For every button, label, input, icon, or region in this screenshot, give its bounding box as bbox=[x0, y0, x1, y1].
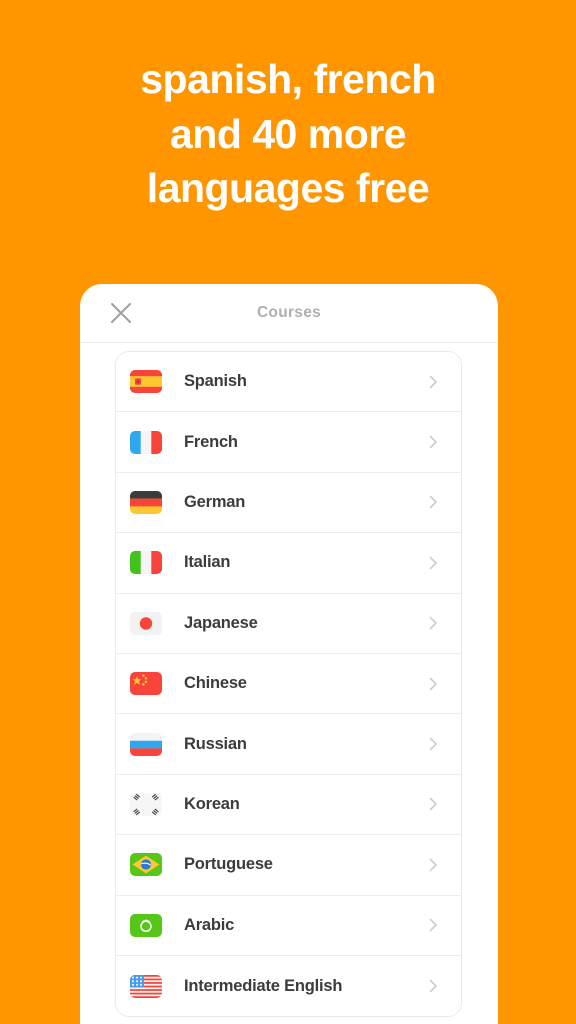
chevron-right-icon[interactable] bbox=[425, 676, 441, 692]
chevron-right-icon[interactable] bbox=[425, 736, 441, 752]
flag-germany-icon bbox=[130, 490, 162, 514]
course-row[interactable]: Korean bbox=[116, 774, 461, 836]
courses-modal: Courses Spanish French German Italian Japane… bbox=[80, 284, 498, 1024]
course-row[interactable]: Japanese bbox=[116, 593, 461, 654]
chevron-right-icon[interactable] bbox=[425, 796, 441, 812]
course-name: German bbox=[184, 492, 246, 511]
course-row[interactable]: Spanish bbox=[116, 352, 461, 413]
chevron-right-icon[interactable] bbox=[425, 555, 441, 571]
course-name: Arabic bbox=[184, 915, 235, 934]
flag-russia-icon bbox=[130, 732, 162, 756]
modal-title: Courses bbox=[256, 304, 322, 321]
flag-japan-icon bbox=[130, 611, 162, 635]
chevron-right-icon[interactable] bbox=[425, 857, 441, 873]
course-name: Chinese bbox=[184, 674, 247, 693]
course-name: Spanish bbox=[184, 372, 247, 391]
headline-line-1: spanish, french bbox=[140, 56, 436, 102]
course-name: Intermediate English bbox=[184, 976, 343, 995]
chevron-right-icon[interactable] bbox=[425, 615, 441, 631]
modal-header: Courses bbox=[80, 284, 498, 343]
chevron-right-icon[interactable] bbox=[425, 494, 441, 510]
headline-line-3: languages free bbox=[146, 165, 430, 212]
flag-arabic-icon bbox=[130, 913, 162, 937]
flag-united-states-icon bbox=[130, 974, 162, 998]
page-title: spanish, french and 40 more languages fr… bbox=[0, 52, 576, 216]
headline-line-2: and 40 more bbox=[169, 110, 407, 157]
flag-italy-icon bbox=[130, 551, 162, 575]
chevron-right-icon[interactable] bbox=[425, 917, 441, 933]
flag-brazil-icon bbox=[130, 853, 162, 877]
flag-france-icon bbox=[130, 430, 162, 454]
course-name: Portuguese bbox=[184, 855, 273, 874]
course-row[interactable]: Italian bbox=[116, 533, 461, 594]
course-row[interactable]: Intermediate English bbox=[116, 955, 461, 1017]
course-list-wrapper: Spanish French German Italian Japanese Chines… bbox=[80, 343, 498, 1018]
course-row[interactable]: Portuguese bbox=[116, 835, 461, 896]
chevron-right-icon[interactable] bbox=[425, 978, 441, 994]
chevron-right-icon[interactable] bbox=[425, 434, 441, 450]
flag-south-korea-icon bbox=[130, 792, 162, 816]
course-name: Japanese bbox=[184, 613, 258, 632]
course-name: French bbox=[184, 432, 238, 451]
course-row[interactable]: Arabic bbox=[116, 895, 461, 956]
chevron-right-icon[interactable] bbox=[425, 374, 441, 390]
course-name: Korean bbox=[184, 794, 240, 813]
close-icon[interactable] bbox=[108, 300, 134, 326]
course-list: Spanish French German Italian Japanese Chines… bbox=[115, 351, 462, 1018]
flag-china-icon bbox=[130, 672, 162, 696]
course-row[interactable]: French bbox=[116, 412, 461, 473]
course-name: Italian bbox=[184, 553, 231, 572]
course-row[interactable]: Russian bbox=[116, 714, 461, 775]
flag-spain-icon bbox=[130, 370, 162, 394]
course-name: Russian bbox=[184, 734, 247, 753]
course-row[interactable]: German bbox=[116, 472, 461, 534]
course-row[interactable]: Chinese bbox=[116, 653, 461, 715]
